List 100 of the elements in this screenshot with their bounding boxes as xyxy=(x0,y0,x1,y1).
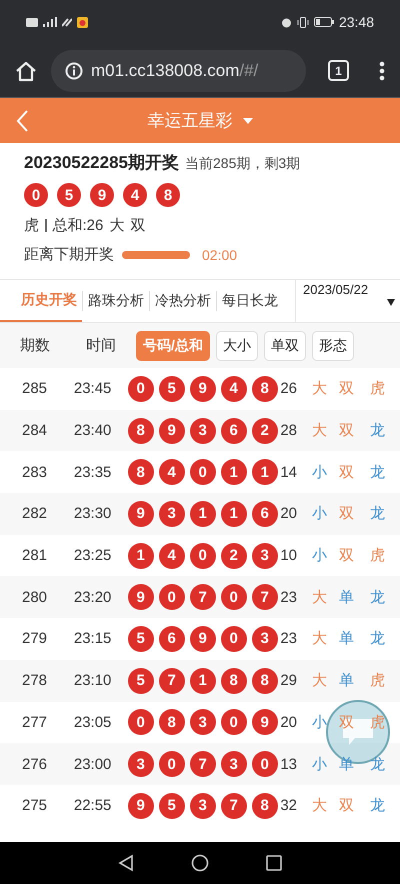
column-header: 期数 xyxy=(19,336,51,355)
sum-cell-text: 14 xyxy=(280,464,298,481)
number-ball: 9 xyxy=(158,418,185,444)
summary-text: 虎 xyxy=(24,216,39,235)
number-ball: 5 xyxy=(128,626,154,652)
result-tag: 双 xyxy=(339,796,366,816)
result-tag: 大 xyxy=(312,379,340,398)
result-tag: 龙 xyxy=(366,504,400,524)
number-ball: 9 xyxy=(128,500,154,527)
number-ball: 0 xyxy=(158,584,185,610)
number-ball: 3 xyxy=(252,542,278,569)
tab-count-button[interactable]: 1 xyxy=(328,60,349,81)
number-ball: 0 xyxy=(158,751,185,778)
number-ball: 5 xyxy=(128,668,154,694)
result-tag: 大 xyxy=(312,671,340,690)
time-cell-text: 23:05 xyxy=(74,714,112,731)
number-ball: 6 xyxy=(158,626,185,652)
filter-button[interactable]: 形态 xyxy=(312,330,354,360)
number-ball: 4 xyxy=(158,459,185,486)
time-cell-text: 23:30 xyxy=(74,505,112,522)
result-tag: 单 xyxy=(339,629,366,648)
sum-cell-text: 20 xyxy=(280,714,298,731)
number-ball: 3 xyxy=(220,751,247,778)
number-ball: 0 xyxy=(252,751,278,778)
issue-cell-text: 276 xyxy=(21,756,48,773)
result-tag: 龙 xyxy=(366,754,400,774)
tab[interactable]: 每日长龙 xyxy=(216,291,283,311)
sum-cell-text: 23 xyxy=(280,630,298,648)
number-ball: 0 xyxy=(128,376,154,402)
address-bar[interactable]: m01.cc138008.com/#/ xyxy=(51,50,306,92)
number-ball: 1 xyxy=(252,459,278,486)
number-ball: 4 xyxy=(220,376,247,402)
result-tag: 小 xyxy=(312,712,340,732)
signal-icon xyxy=(43,17,57,27)
number-ball: 9 xyxy=(190,626,216,652)
result-tag: 小 xyxy=(312,462,340,482)
countdown-label: 距离下期开奖 xyxy=(24,245,114,264)
number-ball: 8 xyxy=(128,418,154,444)
issue-cell-text: 285 xyxy=(21,380,48,398)
issue-cell-text: 284 xyxy=(21,422,48,440)
summary-text: 总和:26 xyxy=(52,216,104,235)
time-cell-text: 23:10 xyxy=(74,672,112,690)
number-ball: 1 xyxy=(190,668,216,694)
number-ball: 0 xyxy=(190,542,216,569)
number-ball: 9 xyxy=(252,709,278,736)
tab[interactable]: 冷热分析 xyxy=(149,291,216,311)
number-ball: 8 xyxy=(158,709,185,736)
filter-button[interactable]: 单双 xyxy=(264,330,306,360)
result-tag: 双 xyxy=(339,712,366,732)
result-tag: 大 xyxy=(312,629,340,648)
number-ball: 7 xyxy=(220,792,247,819)
number-ball: 6 xyxy=(252,500,278,527)
result-tag: 龙 xyxy=(366,796,400,816)
number-ball: 8 xyxy=(252,668,278,694)
sum-cell-text: 28 xyxy=(280,422,298,440)
home-icon[interactable] xyxy=(15,60,37,82)
time-cell-text: 23:35 xyxy=(74,464,112,481)
number-ball: 1 xyxy=(220,500,247,527)
result-tag: 单 xyxy=(339,588,366,607)
number-ball: 7 xyxy=(190,751,216,778)
time-cell-text: 23:00 xyxy=(74,756,112,773)
number-ball: 3 xyxy=(128,751,154,778)
sum-cell-text: 20 xyxy=(280,505,298,522)
recents-nav-icon[interactable] xyxy=(266,855,282,871)
result-tag: 单 xyxy=(339,754,366,774)
caret-icon[interactable] xyxy=(387,299,395,306)
issue-cell-text: 283 xyxy=(21,464,48,481)
number-ball: 0 xyxy=(220,709,247,736)
summary-text: 大 xyxy=(109,216,124,235)
result-tag: 龙 xyxy=(366,629,400,648)
number-ball: 4 xyxy=(123,183,147,207)
app-icon xyxy=(77,16,88,28)
battery-icon xyxy=(314,17,334,27)
result-tag: 龙 xyxy=(366,588,400,607)
number-ball: 8 xyxy=(220,668,247,694)
time-cell-text: 23:25 xyxy=(74,547,112,564)
issue-cell-text: 282 xyxy=(21,505,48,522)
number-ball: 1 xyxy=(128,542,154,569)
result-tag: 虎 xyxy=(366,671,400,690)
home-nav-icon[interactable] xyxy=(190,854,209,872)
back-icon[interactable] xyxy=(16,110,28,132)
number-ball: 1 xyxy=(220,459,247,486)
number-ball: 1 xyxy=(190,500,216,527)
number-ball: 0 xyxy=(190,459,216,486)
time-cell-text: 23:20 xyxy=(74,588,112,606)
more-icon[interactable] xyxy=(379,60,385,80)
result-tag: 双 xyxy=(339,462,366,482)
number-ball: 8 xyxy=(128,459,154,486)
number-ball: 5 xyxy=(158,376,185,402)
number-ball: 8 xyxy=(156,183,180,207)
number-ball: 7 xyxy=(158,668,185,694)
number-ball: 0 xyxy=(128,709,154,736)
number-ball: 0 xyxy=(24,183,48,207)
number-ball: 9 xyxy=(190,376,216,402)
sum-cell-text: 10 xyxy=(280,547,298,564)
issue-cell-text: 280 xyxy=(21,588,48,606)
url-text: m01.cc138008.com/#/ xyxy=(91,60,258,80)
filter-button[interactable]: 大小 xyxy=(216,330,258,360)
back-nav-icon[interactable] xyxy=(118,854,134,872)
tab[interactable]: 路珠分析 xyxy=(82,291,149,311)
